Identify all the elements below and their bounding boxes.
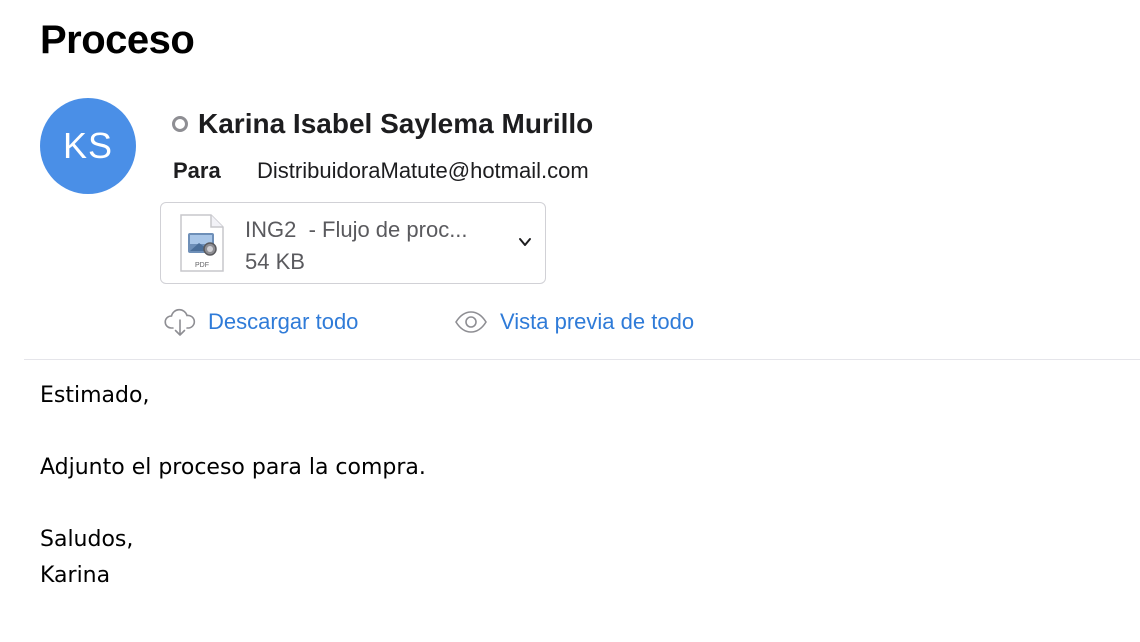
sender-name[interactable]: Karina Isabel Saylema Murillo: [198, 108, 593, 140]
recipient-row: Para DistribuidoraMatute@hotmail.com: [173, 158, 589, 184]
preview-all-button[interactable]: Vista previa de todo: [454, 302, 694, 342]
attachment-card[interactable]: PDF ING2 - Flujo de proc... 54 KB: [160, 202, 546, 284]
body-greeting: Estimado,: [40, 383, 150, 408]
sender-avatar[interactable]: KS: [40, 98, 136, 194]
pdf-file-icon: PDF: [180, 214, 224, 272]
header-divider: [24, 359, 1140, 360]
message-body: Estimado, Adjunto el proceso para la com…: [40, 378, 426, 594]
preview-all-label: Vista previa de todo: [500, 309, 695, 334]
body-closing: Saludos,: [40, 527, 134, 552]
attachment-name: ING2 - Flujo de proc...: [245, 217, 468, 242]
to-label: Para: [173, 158, 221, 183]
attachment-size: 54 KB: [245, 249, 305, 274]
body-signature: Karina: [40, 563, 111, 588]
message-subject: Proceso: [40, 18, 195, 62]
download-all-button[interactable]: Descargar todo: [164, 302, 358, 342]
eye-icon: [455, 311, 487, 333]
chevron-down-icon[interactable]: [517, 235, 533, 249]
pdf-icon-label: PDF: [195, 262, 209, 269]
presence-status-icon: [172, 116, 188, 132]
cloud-download-icon: [164, 308, 196, 336]
sender-row: Karina Isabel Saylema Murillo: [172, 106, 593, 142]
recipient-address[interactable]: DistribuidoraMatute@hotmail.com: [257, 158, 589, 184]
download-all-label: Descargar todo: [208, 309, 359, 334]
body-line: Adjunto el proceso para la compra.: [40, 455, 426, 480]
